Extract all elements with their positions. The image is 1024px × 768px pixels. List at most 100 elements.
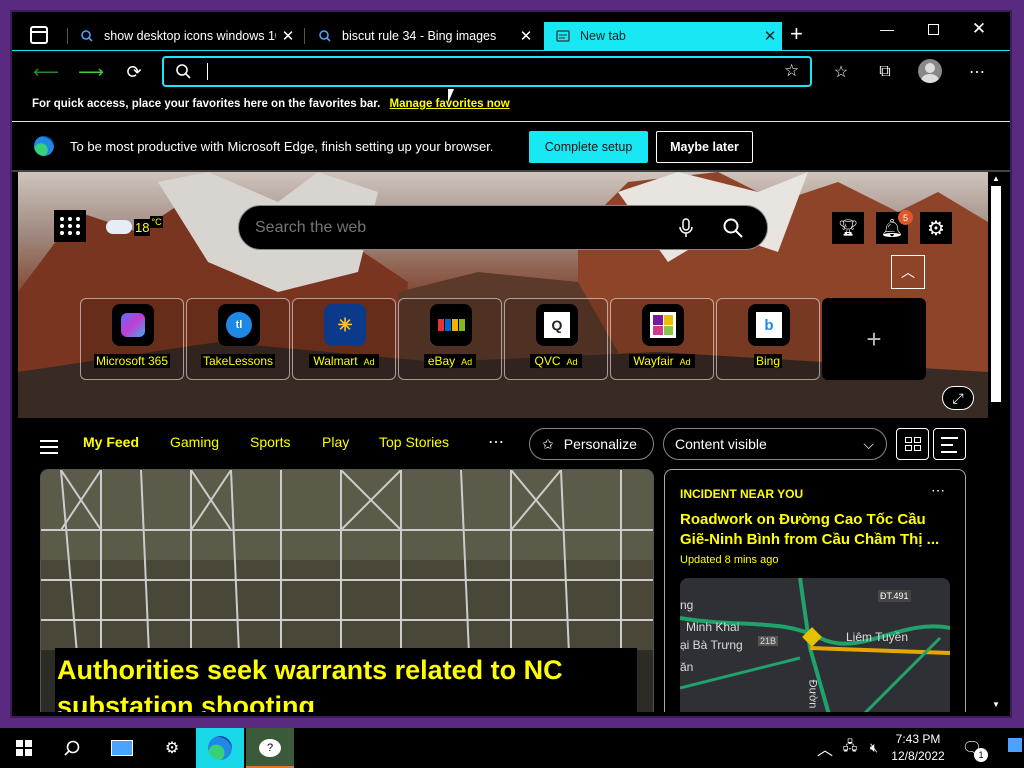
show-desktop-button[interactable] xyxy=(1008,738,1022,752)
settings-more-icon[interactable]: ⋯ xyxy=(964,60,990,84)
personalize-label: Personalize xyxy=(563,436,637,452)
browser-window: show desktop icons windows 10 ✕ biscut r… xyxy=(10,10,1012,718)
refresh-button[interactable]: ⟳ xyxy=(122,60,146,84)
quick-link-takelessons[interactable]: tl TakeLessons xyxy=(186,298,290,380)
more-options-icon[interactable]: ⋯ xyxy=(931,482,945,499)
bing-icon: b xyxy=(748,304,790,346)
content-visibility-value: Content visible xyxy=(675,436,767,452)
incident-updated: Updated 8 mins ago xyxy=(680,554,779,566)
search-icon[interactable] xyxy=(48,728,96,768)
close-tab-icon[interactable]: ✕ xyxy=(276,27,300,45)
mouse-cursor xyxy=(448,89,454,103)
taskbar: ⚙︎ ? ︿ 🖧︎ 🔇︎ 7:43 PM 12/8/2022 🗨︎ 1 xyxy=(0,728,1024,768)
page-settings-icon[interactable]: ⚙︎ xyxy=(920,212,952,244)
web-search-box[interactable] xyxy=(238,205,768,250)
newtab-icon xyxy=(556,29,570,43)
quick-link-walmart[interactable]: ✳ Walmart Ad xyxy=(292,298,396,380)
qvc-icon: Q xyxy=(536,304,578,346)
list-layout-icon[interactable] xyxy=(933,428,966,460)
tab-title: biscut rule 34 - Bing images xyxy=(342,29,497,43)
tab-biscut-bing-images[interactable]: biscut rule 34 - Bing images ✕ xyxy=(306,22,538,50)
quick-link-microsoft-365[interactable]: Microsoft 365 xyxy=(80,298,184,380)
feed-tab-gaming[interactable]: Gaming xyxy=(170,434,219,450)
web-search-input[interactable] xyxy=(255,217,655,239)
show-hidden-icons[interactable]: ︿ xyxy=(812,728,838,768)
address-bar[interactable]: ☆ xyxy=(162,56,812,87)
minimize-button[interactable]: — xyxy=(864,16,910,42)
volume-muted-icon[interactable]: 🔇︎ xyxy=(862,728,886,768)
microphone-icon[interactable] xyxy=(679,218,693,243)
apps-launcher-icon[interactable] xyxy=(54,210,86,242)
maybe-later-button[interactable]: Maybe later xyxy=(656,131,753,163)
weather-widget[interactable]: 18 °C xyxy=(106,216,163,238)
notifications-icon[interactable]: 🔔︎ 5 xyxy=(876,210,913,244)
map-label: ĐT.491 xyxy=(878,590,911,602)
quick-link-label: Walmart xyxy=(311,354,360,368)
feed-tab-top-stories[interactable]: Top Stories xyxy=(379,434,449,450)
main-headline[interactable]: Authorities seek warrants related to NC … xyxy=(57,652,617,712)
rewards-icon[interactable]: 🏆︎ xyxy=(832,212,864,244)
quick-link-qvc[interactable]: Q QVC Ad xyxy=(504,298,608,380)
quick-link-ebay[interactable]: eBay Ad xyxy=(398,298,502,380)
notification-badge: 5 xyxy=(898,210,913,225)
page-scrollbar[interactable]: ▲ ▼ xyxy=(988,172,1004,712)
quick-link-bing[interactable]: b Bing xyxy=(716,298,820,380)
close-tab-icon[interactable]: ✕ xyxy=(514,27,538,45)
weather-unit: °C xyxy=(150,216,163,228)
feed-tab-play[interactable]: Play xyxy=(322,434,349,450)
takelessons-icon: tl xyxy=(218,304,260,346)
grid-layout-icon[interactable] xyxy=(896,428,929,460)
tab-show-desktop-icons[interactable]: show desktop icons windows 10 ✕ xyxy=(68,22,300,50)
map-label: ăn xyxy=(680,660,694,674)
collections-icon[interactable]: ⧉ xyxy=(872,60,898,84)
personalize-button[interactable]: ✩ Personalize xyxy=(529,428,654,460)
setup-banner: To be most productive with Microsoft Edg… xyxy=(12,122,1010,170)
menu-icon[interactable] xyxy=(40,440,58,454)
settings-app-icon[interactable]: ⚙︎ xyxy=(148,728,196,768)
search-icon xyxy=(318,29,332,43)
close-window-button[interactable]: ✕ xyxy=(956,16,1002,42)
scrollbar-thumb[interactable] xyxy=(991,186,1001,402)
complete-setup-button[interactable]: Complete setup xyxy=(529,131,648,163)
edge-taskbar-icon[interactable] xyxy=(196,728,244,768)
task-view-icon[interactable] xyxy=(98,728,146,768)
wayfair-icon xyxy=(642,304,684,346)
new-tab-button[interactable]: + xyxy=(790,23,803,45)
setup-text: To be most productive with Microsoft Edg… xyxy=(70,139,494,154)
clock[interactable]: 7:43 PM 12/8/2022 xyxy=(886,731,950,765)
tab-actions-icon[interactable] xyxy=(30,26,48,44)
collapse-quick-links-icon[interactable]: ︿ xyxy=(891,255,925,289)
more-feed-tabs-icon[interactable]: ⋯ xyxy=(488,432,504,452)
back-button[interactable]: ⟵ xyxy=(33,60,59,84)
forward-button[interactable]: ⟶ xyxy=(78,60,104,84)
action-center-icon[interactable]: 🗨︎ 1 xyxy=(956,728,988,768)
quick-link-label: Bing xyxy=(753,354,783,368)
tab-title: show desktop icons windows 10 xyxy=(104,29,276,43)
incident-headline[interactable]: Roadwork on Đường Cao Tốc Cầu Giẽ-Ninh B… xyxy=(680,510,952,550)
quick-link-label: Microsoft 365 xyxy=(93,354,171,368)
incident-card[interactable]: INCIDENT NEAR YOU ⋯ Roadwork on Đường Ca… xyxy=(664,469,966,712)
map-label: Đườn xyxy=(806,679,819,709)
favorites-bar-text: For quick access, place your favorites h… xyxy=(32,98,381,110)
add-shortcut-button[interactable]: + xyxy=(822,298,926,380)
tab-new-tab[interactable]: New tab ✕ xyxy=(544,22,782,50)
content-visibility-select[interactable]: Content visible ⌵ xyxy=(663,428,887,460)
ad-label: Ad xyxy=(564,357,580,367)
add-favorite-icon[interactable]: ☆ xyxy=(784,61,799,81)
start-button[interactable] xyxy=(0,728,48,768)
profile-avatar[interactable] xyxy=(918,59,942,83)
quick-link-wayfair[interactable]: Wayfair Ad xyxy=(610,298,714,380)
close-tab-icon[interactable]: ✕ xyxy=(758,27,782,45)
feed-tab-sports[interactable]: Sports xyxy=(250,434,290,450)
feedback-hub-icon[interactable]: ? xyxy=(246,728,294,768)
clock-time: 7:43 PM xyxy=(895,732,941,746)
expand-background-icon[interactable]: ⤢ xyxy=(942,386,974,410)
traffic-map[interactable]: ĐT.491 ng Minh Khai Liêm Tuyền ại Bà Trư… xyxy=(680,578,950,712)
search-icon[interactable] xyxy=(723,218,743,243)
address-input[interactable] xyxy=(204,61,764,83)
feed-tab-my-feed[interactable]: My Feed xyxy=(83,434,139,450)
maximize-button[interactable] xyxy=(910,16,956,42)
network-icon[interactable]: 🖧︎ xyxy=(838,728,862,768)
main-news-card[interactable]: Authorities seek warrants related to NC … xyxy=(40,469,654,712)
favorites-icon[interactable]: ☆ xyxy=(828,60,854,84)
